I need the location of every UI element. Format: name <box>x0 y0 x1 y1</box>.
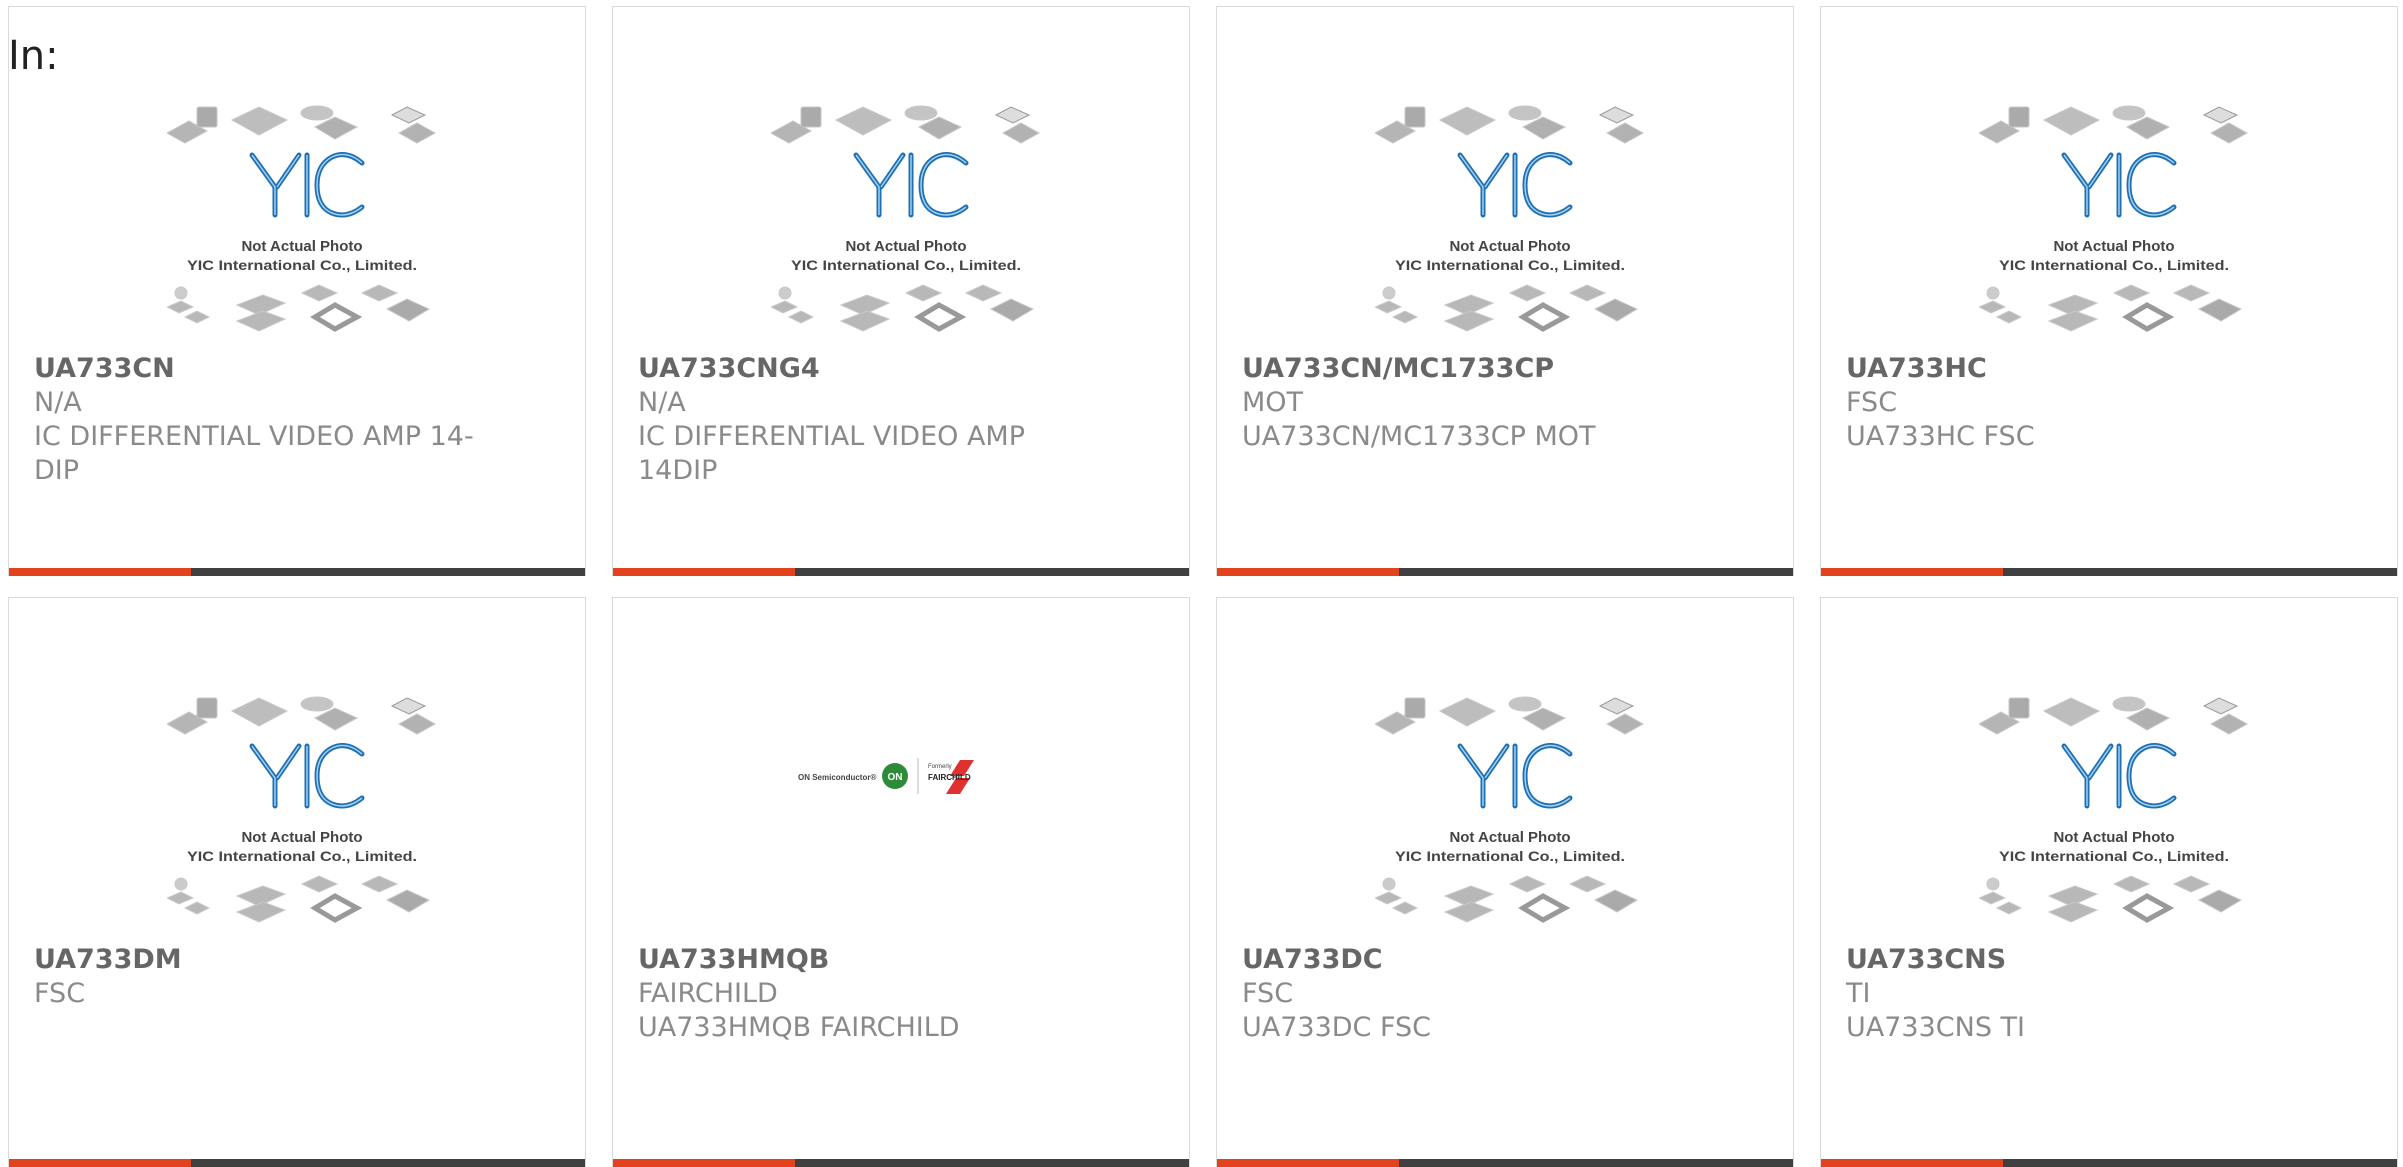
description: UA733HC FSC <box>1846 421 2035 452</box>
product-info: UA733CNG4 N/A IC DIFFERENTIAL VIDEO AMP 14… <box>638 352 1078 488</box>
in-label: In: <box>8 33 59 79</box>
placeholder-line2: YIC International Co., Limited. <box>1999 848 2229 864</box>
card-bottom-bar <box>1217 1159 1793 1167</box>
product-info: UA733CN/MC1733CP MOT UA733CN/MC1733CP MOT <box>1242 352 1682 454</box>
placeholder-line2: YIC International Co., Limited. <box>1999 257 2229 273</box>
placeholder-line2: YIC International Co., Limited. <box>187 848 417 864</box>
product-image[interactable]: Not Actual Photo YIC International Co., … <box>1979 95 2249 345</box>
product-card[interactable]: Not Actual Photo YIC International Co., … <box>1820 597 2398 1167</box>
product-grid: Not Actual Photo YIC International Co., … <box>0 0 2403 1167</box>
part-number-link[interactable]: UA733CN <box>34 352 474 386</box>
product-info: UA733DM FSC <box>34 943 474 1011</box>
manufacturer: TI <box>1846 978 1871 1009</box>
product-card[interactable]: Not Actual Photo YIC International Co., … <box>612 6 1190 576</box>
product-info: UA733HC FSC UA733HC FSC <box>1846 352 2286 454</box>
card-accent <box>9 1159 191 1167</box>
card-bottom-bar <box>1217 568 1793 576</box>
chip-placeholder-graphic: Not Actual Photo YIC International Co., … <box>1375 105 1645 332</box>
card-bottom-bar <box>9 1159 585 1167</box>
part-number-link[interactable]: UA733HMQB <box>638 943 1078 977</box>
card-accent <box>1217 1159 1399 1167</box>
placeholder-line2: YIC International Co., Limited. <box>791 257 1021 273</box>
card-bottom-bar <box>613 568 1189 576</box>
on-logo-text: ON <box>888 772 903 783</box>
on-fairchild-logo: ON Semiconductor® ON Formerly FAIRCHILD <box>798 758 974 794</box>
formerly-text: Formerly <box>928 764 952 770</box>
chip-placeholder-graphic: Not Actual Photo YIC International Co., … <box>167 696 437 923</box>
part-number-link[interactable]: UA733CNS <box>1846 943 2286 977</box>
placeholder-line1: Not Actual Photo <box>241 829 362 846</box>
chip-placeholder-graphic: Not Actual Photo YIC International Co., … <box>167 105 437 332</box>
description: UA733CNS TI <box>1846 1012 2025 1043</box>
card-bottom-bar <box>9 568 585 576</box>
card-accent <box>1217 568 1399 576</box>
product-image[interactable]: Not Actual Photo YIC International Co., … <box>1375 95 1645 345</box>
part-number-link[interactable]: UA733HC <box>1846 352 2286 386</box>
manufacturer: FSC <box>1242 978 1294 1009</box>
card-accent <box>1821 1159 2003 1167</box>
card-accent <box>9 568 191 576</box>
placeholder-line1: Not Actual Photo <box>1449 238 1570 255</box>
fairchild-text: FAIRCHILD <box>928 773 971 782</box>
placeholder-line1: Not Actual Photo <box>2053 829 2174 846</box>
placeholder-line1: Not Actual Photo <box>1449 829 1570 846</box>
product-image[interactable]: ON Semiconductor® ON Formerly FAIRCHILD <box>798 746 1008 806</box>
placeholder-line2: YIC International Co., Limited. <box>1395 848 1625 864</box>
product-image[interactable]: Not Actual Photo YIC International Co., … <box>167 95 437 345</box>
card-bottom-bar <box>1821 568 2397 576</box>
manufacturer: MOT <box>1242 387 1304 418</box>
product-info: UA733CNS TI UA733CNS TI <box>1846 943 2286 1045</box>
product-card[interactable]: Not Actual Photo YIC International Co., … <box>8 597 586 1167</box>
part-number-link[interactable]: UA733CN/MC1733CP <box>1242 352 1682 386</box>
product-image[interactable]: Not Actual Photo YIC International Co., … <box>167 686 437 936</box>
part-number-link[interactable]: UA733DM <box>34 943 474 977</box>
product-image[interactable]: Not Actual Photo YIC International Co., … <box>771 95 1041 345</box>
product-card[interactable]: Not Actual Photo YIC International Co., … <box>8 6 586 576</box>
card-accent <box>1821 568 2003 576</box>
chip-placeholder-graphic: Not Actual Photo YIC International Co., … <box>1375 696 1645 923</box>
manufacturer: N/A <box>34 387 82 418</box>
product-card[interactable]: ON Semiconductor® ON Formerly FAIRCHILD … <box>612 597 1190 1167</box>
card-bottom-bar <box>1821 1159 2397 1167</box>
placeholder-line2: YIC International Co., Limited. <box>187 257 417 273</box>
product-card[interactable]: Not Actual Photo YIC International Co., … <box>1216 597 1794 1167</box>
card-accent <box>613 568 795 576</box>
description: UA733DC FSC <box>1242 1012 1432 1043</box>
product-card[interactable]: Not Actual Photo YIC International Co., … <box>1820 6 2398 576</box>
description: IC DIFFERENTIAL VIDEO AMP 14-DIP <box>34 421 474 486</box>
manufacturer: N/A <box>638 387 686 418</box>
manufacturer: FAIRCHILD <box>638 978 778 1009</box>
placeholder-line1: Not Actual Photo <box>2053 238 2174 255</box>
product-info: UA733DC FSC UA733DC FSC <box>1242 943 1682 1045</box>
description: UA733HMQB FAIRCHILD <box>638 1012 960 1043</box>
placeholder-line1: Not Actual Photo <box>241 238 362 255</box>
placeholder-line1: Not Actual Photo <box>845 238 966 255</box>
product-image[interactable]: Not Actual Photo YIC International Co., … <box>1979 686 2249 936</box>
part-number-link[interactable]: UA733CNG4 <box>638 352 1078 386</box>
on-semi-text: ON Semiconductor® <box>798 773 876 782</box>
chip-placeholder-graphic: Not Actual Photo YIC International Co., … <box>1979 105 2249 332</box>
part-number-link[interactable]: UA733DC <box>1242 943 1682 977</box>
description: UA733CN/MC1733CP MOT <box>1242 421 1596 452</box>
product-image[interactable]: Not Actual Photo YIC International Co., … <box>1375 686 1645 936</box>
description: IC DIFFERENTIAL VIDEO AMP 14DIP <box>638 421 1026 486</box>
chip-placeholder-graphic: Not Actual Photo YIC International Co., … <box>1979 696 2249 923</box>
chip-placeholder-graphic: Not Actual Photo YIC International Co., … <box>771 105 1041 332</box>
product-card[interactable]: Not Actual Photo YIC International Co., … <box>1216 6 1794 576</box>
manufacturer: FSC <box>34 978 86 1009</box>
manufacturer: FSC <box>1846 387 1898 418</box>
product-info: UA733HMQB FAIRCHILD UA733HMQB FAIRCHILD <box>638 943 1078 1045</box>
card-accent <box>613 1159 795 1167</box>
product-info: UA733CN N/A IC DIFFERENTIAL VIDEO AMP 14-D… <box>34 352 474 488</box>
card-bottom-bar <box>613 1159 1189 1167</box>
placeholder-line2: YIC International Co., Limited. <box>1395 257 1625 273</box>
